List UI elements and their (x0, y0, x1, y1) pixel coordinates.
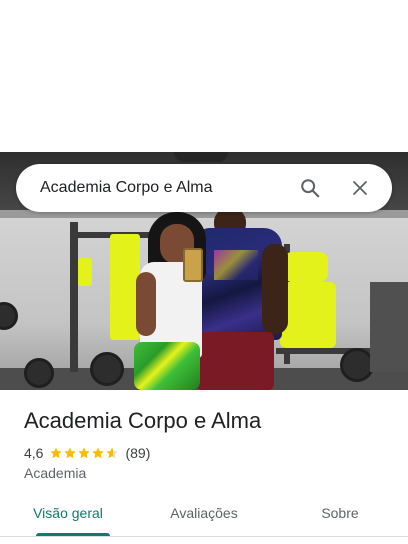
tab-overview[interactable]: Visão geral (0, 494, 136, 536)
star-icon (50, 447, 63, 459)
photo-yellow-seat (280, 282, 336, 348)
rating-stars (49, 446, 119, 460)
close-icon[interactable] (342, 170, 378, 206)
photo-weight-plate-3 (90, 352, 124, 386)
photo-person-man-arm (262, 244, 288, 334)
photo-yellow-pad-left (78, 258, 92, 286)
photo-phone (183, 248, 203, 282)
search-bar[interactable]: Academia Corpo e Alma (16, 164, 392, 212)
photo-yellow-seat-top (284, 252, 328, 282)
star-icon (78, 447, 91, 459)
tab-about-label: Sobre (321, 505, 359, 521)
photo-machine-left (70, 222, 78, 372)
tab-overview-label: Visão geral (33, 505, 103, 521)
map-blank-area (0, 0, 408, 152)
photo-ceiling-lamp (174, 152, 228, 162)
place-title: Academia Corpo e Alma (24, 408, 262, 433)
review-count[interactable]: (89) (125, 445, 150, 461)
search-input[interactable]: Academia Corpo e Alma (40, 179, 292, 197)
place-category: Academia (24, 465, 87, 481)
star-icon (92, 447, 105, 459)
photo-person-man-shirt-print (214, 250, 258, 280)
tab-about[interactable]: Sobre (272, 494, 408, 536)
star-icon (106, 447, 119, 459)
photo-machine-far-right (370, 282, 408, 372)
tab-reviews-label: Avaliações (170, 505, 238, 521)
photo-weight-plate-2 (24, 358, 54, 388)
photo-person-woman-leggings (134, 342, 200, 390)
rating-row[interactable]: 4,6 (89) (24, 444, 150, 462)
photo-person-woman-arm (136, 272, 156, 336)
photo-weight-plate-4 (340, 348, 374, 382)
star-icon (64, 447, 77, 459)
tab-reviews[interactable]: Avaliações (136, 494, 272, 536)
tabs-divider (0, 536, 408, 537)
search-icon[interactable] (292, 170, 328, 206)
rating-value: 4,6 (24, 445, 44, 461)
photo-person-man-shorts (196, 332, 274, 390)
place-tabs: Visão geral Avaliações Sobre (0, 494, 408, 536)
